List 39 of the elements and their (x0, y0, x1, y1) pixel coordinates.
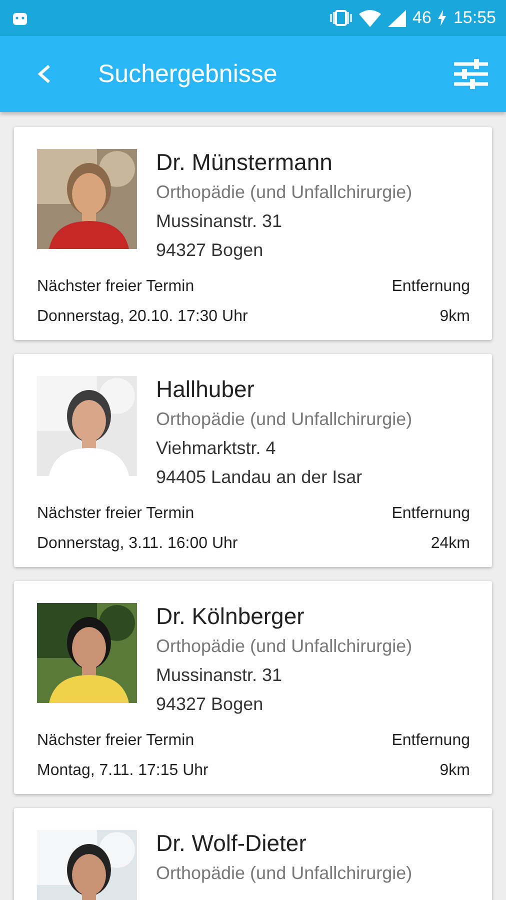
wifi-icon (358, 10, 381, 26)
vibrate-icon (330, 10, 352, 26)
distance-label: Entfernung (392, 731, 470, 751)
appointment-time: Montag, 7.11. 17:15 Uhr (37, 761, 208, 781)
appointment-label: Nächster freier Termin (37, 731, 194, 751)
filter-icon[interactable] (454, 59, 488, 89)
battery-charging-icon (438, 10, 446, 26)
distance-label: Entfernung (392, 504, 470, 524)
clock-time: 15:55 (453, 8, 496, 28)
doctor-card[interactable]: Dr. Münstermann Orthopädie (und Unfallchirurgie) Mussinanstr. 31 94327 Bogen Nächster freier Termin Entfernung Donnerstag, 20.10. 17:30 Uhr 9km (14, 127, 492, 340)
street-address: Mussinanstr. 31 (156, 210, 284, 233)
signal-icon (388, 10, 406, 26)
network-type: 46 (412, 8, 432, 28)
screen-title: Suchergebnisse (98, 60, 278, 88)
specialty: Orthopädie (und Unfallchirurgie) (156, 181, 412, 204)
android-icon (12, 11, 28, 25)
city: 94327 Bogen (156, 693, 264, 716)
distance-value: 9km (440, 761, 470, 781)
specialty: Orthopädie (und Unfallchirurgie) (156, 408, 412, 431)
street-address: Viehmarktstr. 4 (156, 437, 277, 460)
distance-value: 9km (440, 307, 470, 327)
specialty: Orthopädie (und Unfallchirurgie) (156, 635, 412, 658)
appointment-label: Nächster freier Termin (37, 504, 194, 524)
street-address: Mussinanstr. 31 (156, 664, 284, 687)
doctor-card[interactable]: Dr. Kölnberger Orthopädie (und Unfallchirurgie) Mussinanstr. 31 94327 Bogen Nächster freier Termin Entfernung Montag, 7.11. 17:15 Uhr 9km (14, 581, 492, 794)
appointment-label: Nächster freier Termin (37, 277, 194, 297)
doctor-name: Dr. Wolf-Dieter (156, 830, 308, 857)
doctor-name: Dr. Kölnberger (156, 603, 306, 630)
doctor-name: Dr. Münstermann (156, 149, 334, 176)
specialty: Orthopädie (und Unfallchirurgie) (156, 862, 412, 885)
doctor-name: Hallhuber (156, 376, 256, 403)
appointment-time: Donnerstag, 20.10. 17:30 Uhr (37, 307, 248, 327)
doctor-card[interactable]: Dr. Wolf-Dieter Orthopädie (und Unfallchirurgie) (14, 808, 492, 900)
appointment-time: Donnerstag, 3.11. 16:00 Uhr (37, 534, 238, 554)
doctor-card[interactable]: Hallhuber Orthopädie (und Unfallchirurgie) Viehmarktstr. 4 94405 Landau an der Isar Nächster freier Termin Entfernung Donnerstag, 3.11. 16:00 Uhr 24km (14, 354, 492, 567)
city: 94405 Landau an der Isar (156, 466, 364, 489)
distance-label: Entfernung (392, 277, 470, 297)
city: 94327 Bogen (156, 239, 264, 262)
distance-value: 24km (430, 534, 470, 554)
